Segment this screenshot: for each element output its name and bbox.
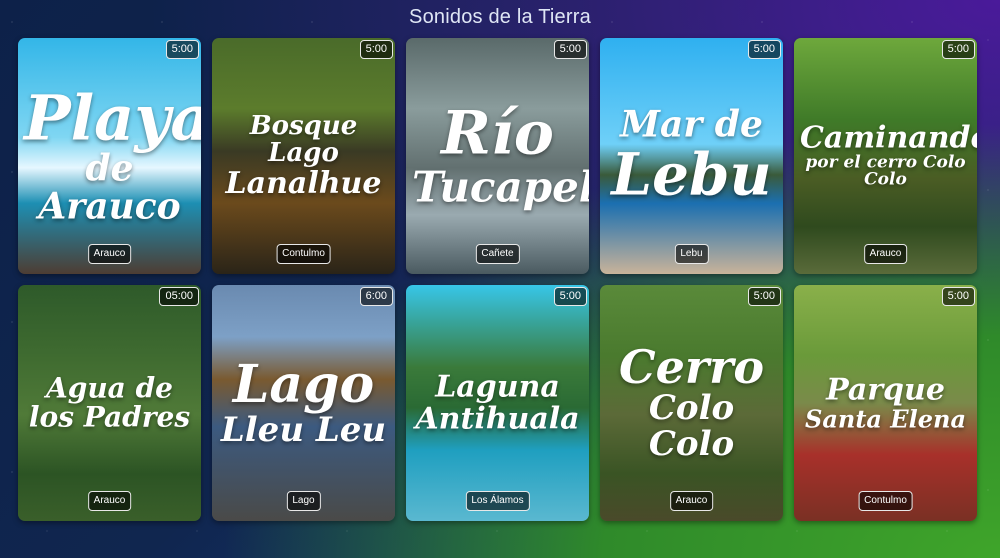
card-title: Río Tucapel xyxy=(412,98,589,212)
location-badge: Los Álamos xyxy=(465,491,530,511)
card-title-line-1: Laguna xyxy=(435,369,560,405)
location-badge: Contulmo xyxy=(276,244,331,264)
card-title-line-2: por el cerro Colo Colo xyxy=(805,151,966,190)
card-title: Agua de los Padres xyxy=(24,371,195,434)
card-title: Playa de Arauco xyxy=(24,81,201,228)
duration-badge: 5:00 xyxy=(941,40,975,59)
duration-badge: 6:00 xyxy=(359,287,393,306)
card-title: Cerro Colo Colo xyxy=(606,343,777,463)
sound-card[interactable]: Mar de Lebu 5:00 Lebu xyxy=(600,38,783,274)
sound-card[interactable]: Cerro Colo Colo 5:00 Arauco xyxy=(600,285,783,521)
card-title-line-2: Lleu Leu xyxy=(220,409,387,450)
card-title-line-1: Parque xyxy=(826,372,945,408)
card-title-line-1: Mar de xyxy=(620,103,763,146)
page-title: Sonidos de la Tierra xyxy=(409,6,591,28)
location-badge: Arauco xyxy=(669,491,714,511)
sound-card[interactable]: Lago Lleu Leu 6:00 Lago xyxy=(212,285,395,521)
card-title-line-2: Lanalhue xyxy=(225,165,382,201)
sound-card[interactable]: Parque Santa Elena 5:00 Contulmo xyxy=(794,285,977,521)
card-title-line-2: de Arauco xyxy=(38,147,181,228)
location-badge: Lago xyxy=(286,491,321,511)
card-title-line-2: Antihuala xyxy=(415,401,580,436)
card-title-line-2: Santa Elena xyxy=(804,404,966,434)
location-badge: Cañete xyxy=(475,244,520,264)
duration-badge: 5:00 xyxy=(553,287,587,306)
sound-card[interactable]: Bosque Lago Lanalhue 5:00 Contulmo xyxy=(212,38,395,274)
card-title: Bosque Lago Lanalhue xyxy=(218,110,389,201)
card-title: Parque Santa Elena xyxy=(800,375,971,432)
duration-badge: 05:00 xyxy=(159,287,199,306)
card-title: Lago Lleu Leu xyxy=(218,353,389,450)
card-title-line-1: Lago xyxy=(232,353,375,415)
card-title-line-1: Bosque Lago xyxy=(249,110,358,169)
duration-badge: 5:00 xyxy=(359,40,393,59)
card-title: Mar de Lebu xyxy=(606,103,777,209)
card-title-line-2: Colo Colo xyxy=(648,388,735,465)
card-title-line-1: Cerro xyxy=(618,340,765,395)
sound-card[interactable]: Playa de Arauco 5:00 Arauco xyxy=(18,38,201,274)
duration-badge: 5:00 xyxy=(165,40,199,59)
location-badge: Contulmo xyxy=(858,491,913,511)
card-title-line-2: Lebu xyxy=(611,140,772,209)
location-badge: Lebu xyxy=(674,244,709,264)
card-title-line-1: Playa xyxy=(24,81,201,155)
card-title-line-1: Caminando xyxy=(800,120,977,156)
duration-badge: 5:00 xyxy=(747,287,781,306)
card-title: Caminando por el cerro Colo Colo xyxy=(800,120,977,190)
card-title-line-2: los Padres xyxy=(28,401,191,434)
card-title: Laguna Antihuala xyxy=(412,369,583,436)
card-title-line-1: Río xyxy=(441,98,554,169)
sound-grid: Playa de Arauco 5:00 Arauco Bosque Lago … xyxy=(18,38,977,521)
location-badge: Arauco xyxy=(87,244,132,264)
duration-badge: 5:00 xyxy=(747,40,781,59)
duration-badge: 5:00 xyxy=(553,40,587,59)
sound-card[interactable]: Caminando por el cerro Colo Colo 5:00 Ar… xyxy=(794,38,977,274)
sound-card[interactable]: Laguna Antihuala 5:00 Los Álamos xyxy=(406,285,589,521)
sound-card[interactable]: Agua de los Padres 05:00 Arauco xyxy=(18,285,201,521)
card-title-line-2: Tucapel xyxy=(412,162,589,212)
location-badge: Arauco xyxy=(87,491,132,511)
duration-badge: 5:00 xyxy=(941,287,975,306)
card-title-line-1: Agua de xyxy=(46,371,173,405)
sound-card[interactable]: Río Tucapel 5:00 Cañete xyxy=(406,38,589,274)
location-badge: Arauco xyxy=(863,244,908,264)
